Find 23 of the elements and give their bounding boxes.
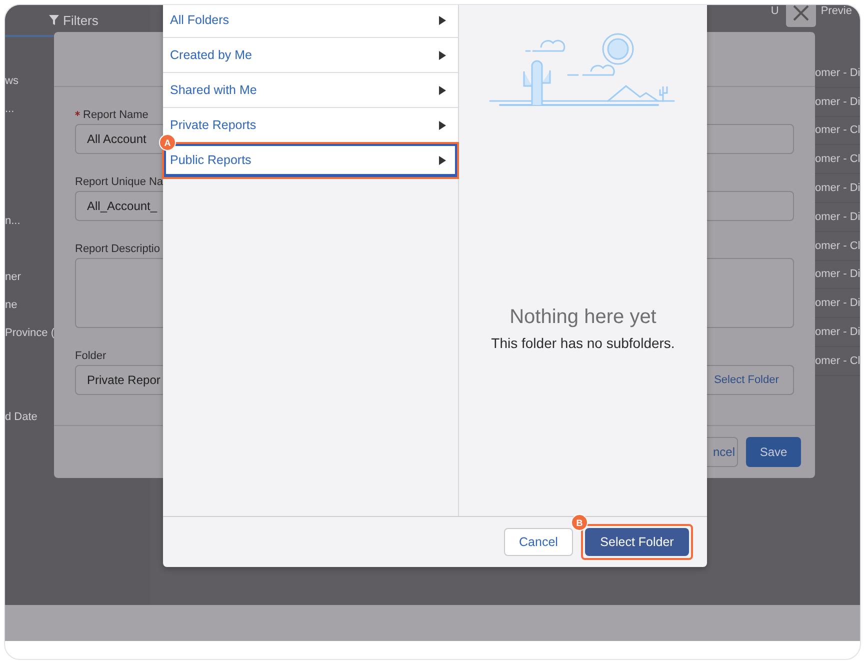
folder-item[interactable]: Shared with Me [163,73,458,108]
cancel-button[interactable]: Cancel [504,528,573,556]
field-label: Folder [75,350,108,362]
caret-icon [439,50,446,60]
empty-title: Nothing here yet [510,306,656,329]
filter-icon [49,15,59,25]
header-text: U [770,5,779,17]
field-label: Report Descriptio [75,243,161,255]
folder-item[interactable]: All Folders [163,5,458,38]
save-button[interactable]: Save [746,437,801,467]
empty-text: This folder has no subfolders. [491,335,675,351]
caret-icon [439,16,446,24]
close-button[interactable] [786,5,816,27]
header-text: Previe [820,5,852,17]
caret-icon [439,156,446,164]
caret-icon [439,120,446,130]
field-label: Report Unique Na [75,176,164,188]
close-icon [792,5,810,22]
select-folder-button[interactable]: Select Folder [585,528,689,556]
step-badge: B [571,514,588,531]
required-icon [75,111,80,116]
caret-icon [439,86,446,94]
folder-item[interactable]: Created by Me [163,38,458,73]
